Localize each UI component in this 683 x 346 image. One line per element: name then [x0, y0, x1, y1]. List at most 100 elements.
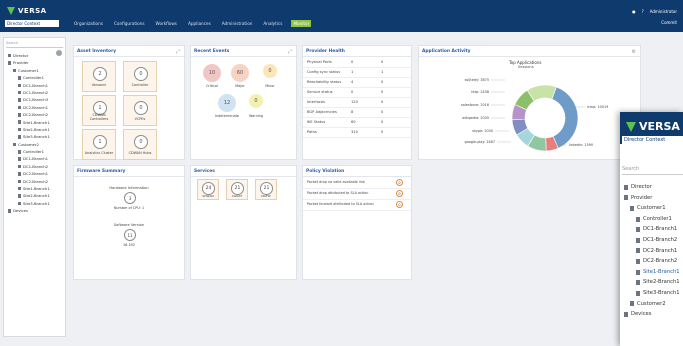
tree-node[interactable]: DC1-Branch3 [8, 96, 64, 103]
tree-node[interactable]: Site2-Branch1 [8, 126, 64, 133]
tree-node[interactable]: Site1-Branch1 [8, 119, 64, 126]
tree-node-label: Site1-Branch1 [643, 268, 680, 275]
recent-events-card: Recent Events ⤢ 10 Critical 60 Major 0 Minor 1… [190, 45, 297, 160]
tree-node[interactable]: Site3-Branch1 [624, 288, 683, 299]
health-metric-name: Interfaces [307, 100, 325, 104]
commit-button[interactable]: Commit [661, 20, 677, 25]
tree-node[interactable]: Controller1 [8, 148, 64, 155]
service-tile[interactable]: 21 CGNAT [226, 179, 248, 200]
tree-node[interactable]: Site2-Branch1 [8, 192, 64, 199]
tree-node[interactable]: Devices [624, 309, 683, 320]
tree-node[interactable]: DC2-Branch1 [624, 246, 683, 257]
slice-icmp[interactable] [551, 86, 579, 149]
expand-icon[interactable]: ⤢ [288, 49, 292, 55]
divider [74, 176, 184, 177]
tree-node[interactable]: Devices [8, 207, 64, 214]
event-bubble[interactable]: 10 [203, 64, 221, 82]
tree-search-input[interactable]: Search [6, 41, 63, 48]
tree-node[interactable]: DC1-Branch2 [8, 163, 64, 170]
tree-node[interactable]: DC1-Branch1 [8, 155, 64, 162]
asset-tile[interactable]: 0 CDWAN Hubs [123, 129, 157, 160]
tree-node[interactable]: DC2-Branch2 [8, 111, 64, 118]
slice-label: salesforce: 2016 [461, 103, 489, 107]
nav-monitor[interactable]: Monitor [291, 20, 312, 27]
asset-count: 1 [93, 135, 107, 149]
asset-tile[interactable]: 0 Controller [123, 61, 157, 92]
tree-node[interactable]: DC2-Branch2 [8, 178, 64, 185]
hardware-count[interactable]: 3 [124, 192, 136, 204]
tree-node[interactable]: Customer2 [624, 299, 683, 310]
tree-node-label: Customer2 [637, 300, 666, 307]
tree-node[interactable]: Site3-Branch1 [8, 200, 64, 207]
user-menu[interactable]: Administrator [650, 9, 677, 14]
tree-node[interactable]: Director [8, 52, 64, 59]
tree-node[interactable]: Site2-Branch1 [624, 277, 683, 288]
slice-label: icmp: 10019 [587, 105, 608, 109]
tree-node[interactable]: DC2-Branch1 [8, 170, 64, 177]
tree-node[interactable]: Site3-Branch1 [8, 133, 64, 140]
software-count[interactable]: 11 [124, 229, 136, 241]
nav-configurations[interactable]: Configurations [112, 20, 147, 27]
versa-logo[interactable]: VERSA [626, 120, 680, 133]
tree-node[interactable]: DC1-Branch2 [624, 235, 683, 246]
application-activity-title: Application Activity [422, 49, 471, 54]
tree-node[interactable]: DC1-Branch1 [624, 224, 683, 235]
health-down-count: 1 [381, 70, 384, 74]
gear-icon[interactable]: ⚙ [632, 49, 636, 55]
node-icon [18, 179, 21, 184]
event-bubble[interactable]: 12 [218, 94, 236, 112]
director-context-selector[interactable]: Director Context [5, 20, 59, 27]
asset-count: 2 [93, 67, 107, 81]
nav-workflows[interactable]: Workflows [154, 20, 179, 27]
node-icon [18, 164, 21, 169]
director-context-selector[interactable]: Director Context [622, 136, 683, 144]
nav-organizations[interactable]: Organizations [72, 20, 105, 27]
nav-analytics[interactable]: Analytics [261, 20, 284, 27]
notifications-icon[interactable]: ● [632, 9, 636, 14]
event-label: Warning [249, 114, 263, 118]
tree-search-input[interactable]: Search [622, 166, 683, 175]
divider [74, 56, 184, 57]
service-tile[interactable]: 24 SDWAN [197, 179, 219, 200]
tree-node[interactable]: Director [624, 182, 683, 193]
node-icon [18, 105, 21, 110]
tree-node[interactable]: DC1-Branch2 [8, 89, 64, 96]
tree-node[interactable]: Provider [8, 59, 64, 66]
nav-appliances[interactable]: Appliances [186, 20, 213, 27]
event-bubble[interactable]: 0 [249, 94, 263, 108]
event-bubble[interactable]: 0 [263, 64, 277, 78]
health-down-count: 0 [381, 120, 384, 124]
tree-node[interactable]: Provider [624, 193, 683, 204]
expand-icon[interactable]: ⤢ [176, 49, 180, 55]
tree-node[interactable]: Customer1 [8, 67, 64, 74]
event-bubble[interactable]: 60 [231, 64, 249, 82]
node-icon [18, 186, 21, 191]
tree-node[interactable]: Controller1 [624, 214, 683, 225]
tree-node[interactable]: Controller1 [8, 74, 64, 81]
top-applications-donut-chart[interactable]: ssl(tele): 3875 http: 2438 salesforce: 201… [419, 60, 642, 160]
asset-tile[interactable]: 1 Analytics Cluster [82, 129, 116, 160]
help-icon[interactable]: ? [642, 9, 644, 14]
tree-node[interactable]: DC2-Branch1 [8, 104, 64, 111]
tree-node[interactable]: Site1-Branch1 [624, 267, 683, 278]
asset-tile[interactable]: 2 Versanni [82, 61, 116, 92]
tree-node[interactable]: Site1-Branch1 [8, 185, 64, 192]
asset-tile[interactable]: 1 CDWAN Controllers [82, 95, 116, 126]
divider [191, 56, 296, 57]
versa-logo[interactable]: VERSA [7, 6, 53, 16]
health-metric-name: IKE Status [307, 120, 326, 124]
tree-node-label: DC2-Branch2 [643, 258, 678, 265]
tree-node[interactable]: DC2-Branch2 [624, 256, 683, 267]
nav-administration[interactable]: Administration [220, 20, 255, 27]
tree-node-label: Devices [13, 208, 28, 214]
tree-node[interactable]: Customer1 [624, 203, 683, 214]
tree-node[interactable]: DC1-Branch1 [8, 82, 64, 89]
tree-node-label: DC1-Branch1 [23, 82, 49, 88]
zoomed-tree-panel: VERSA Director Context Search Director Pr… [620, 112, 683, 346]
node-icon [18, 150, 21, 154]
violation-row[interactable]: Packet forward attributed to SLA action 0 [303, 199, 411, 211]
health-row[interactable]: Paths 310 0 [303, 127, 411, 138]
asset-tile[interactable]: 0 VCPEs [123, 95, 157, 126]
tree-node[interactable]: Customer2 [8, 141, 64, 148]
service-tile[interactable]: 21 NGFW [255, 179, 277, 200]
